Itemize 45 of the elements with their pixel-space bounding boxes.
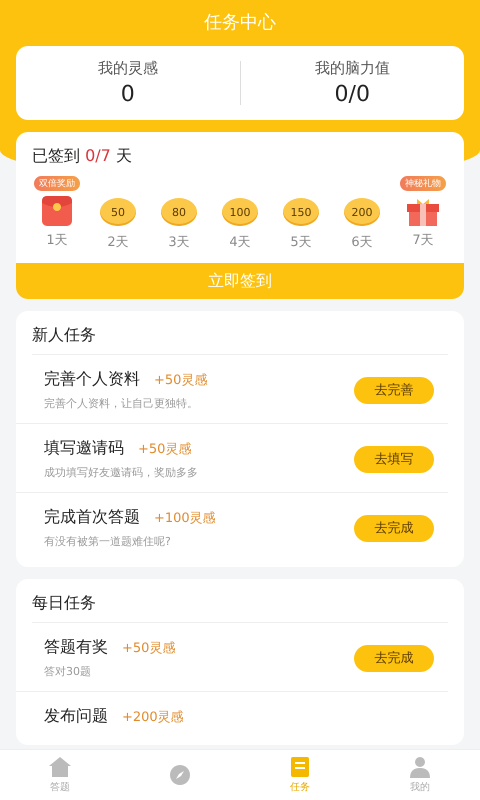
stat-label: 我的灵感 [98,59,158,78]
reward-tag: 神秘礼物 [400,176,446,190]
page-title: 任务中心 [204,11,276,35]
section-title: 每日任务 [32,579,448,623]
person-icon [409,756,431,778]
day-label: 1天 [46,232,68,249]
coin-icon: 150 [283,198,319,226]
task-description: 有没有被第一道题难住呢? [44,534,172,549]
task-button[interactable]: 去完善 [354,376,434,404]
envelope-icon [41,195,73,227]
task-reward: +50灵感 [138,441,192,458]
task-list-icon [290,756,310,778]
task-name: 完善个人资料 [44,369,140,390]
task-name: 填写邀请码 [44,438,124,459]
home-icon [48,756,72,778]
stat-value: 0/0 [334,82,370,107]
task-reward: +50灵感 [154,372,208,389]
day-label: 6天 [351,234,373,251]
task-reward: +50灵感 [122,640,176,657]
task-button[interactable]: 去填写 [354,446,434,472]
section-title: 新人任务 [32,311,448,355]
task-name: 完成首次答题 [44,507,140,528]
task-description: 答对30题 [44,664,92,679]
task-button[interactable]: 去完成 [354,644,434,672]
task-name: 发布问题 [44,706,108,727]
day-label: 3天 [168,234,190,251]
coin-icon: 100 [222,198,258,226]
day-label: 4天 [229,234,251,251]
stat-value: 0 [120,82,135,107]
task-button[interactable]: 去完成 [354,514,434,542]
task-reward: +100灵感 [154,510,216,527]
compass-icon [169,764,191,786]
day-label: 5天 [290,234,312,251]
task-reward: +200灵感 [122,709,184,726]
coin-icon: 80 [161,198,197,226]
day-label: 2天 [107,234,129,251]
task-description: 完善个人资料，让自己更独特。 [44,396,199,411]
coin-icon: 200 [344,198,380,226]
task-name: 答题有奖 [44,637,108,658]
coin-icon: 50 [100,198,136,226]
checkin-status: 已签到 0/7 天 [31,145,133,167]
stat-label: 我的脑力值 [314,59,390,78]
day-label: 7天 [412,232,434,249]
reward-tag: 双倍奖励 [34,176,80,190]
task-description: 成功填写好友邀请码，奖励多多 [44,465,198,480]
